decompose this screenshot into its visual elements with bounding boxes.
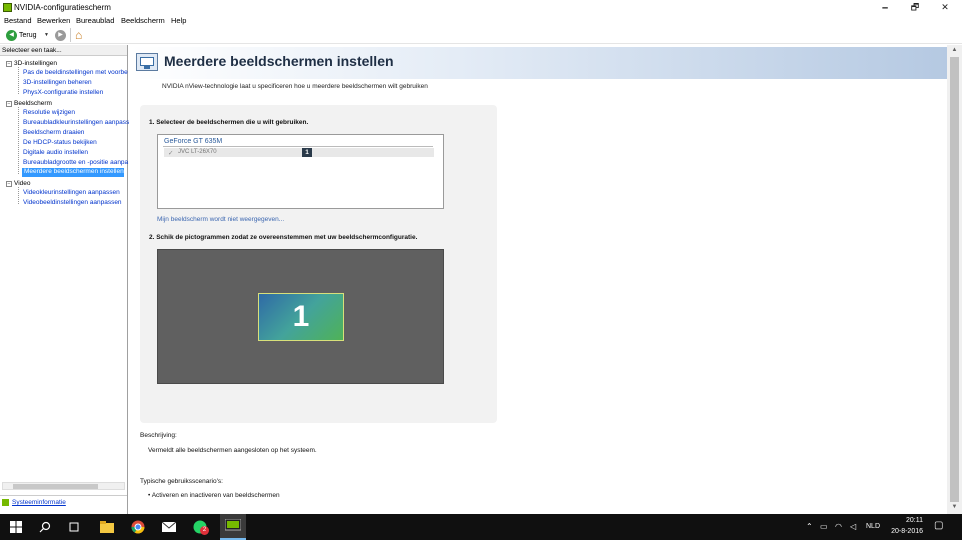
start-windows-icon[interactable] [6, 518, 26, 536]
file-explorer-icon[interactable] [97, 518, 117, 536]
menu-bewerken[interactable]: Bewerken [37, 16, 70, 25]
sidebar-item-meerdere-beeldschermen[interactable]: Meerdere beeldschermen instellen [22, 168, 124, 177]
forward-button[interactable]: ▶ [55, 30, 66, 41]
show-hidden-icons[interactable]: ⌃ [806, 522, 813, 531]
task-view-icon[interactable] [64, 518, 84, 536]
windows-taskbar: 2 ⌃ ▭ ◠ ◁ NLD 20:11 20-8-2016 ▢ [0, 514, 962, 540]
description-text: Vermeldt alle beeldschermen aangesloten … [148, 447, 317, 454]
menu-bureaublad[interactable]: Bureaublad [76, 16, 114, 25]
notification-badge: 2 [200, 526, 209, 535]
back-arrow-icon: ◀ [6, 30, 17, 41]
expand-beeldscherm-toggle[interactable]: − [6, 101, 12, 107]
description-label: Beschrijving: [140, 432, 177, 439]
category-3d[interactable]: 3D-instellingen [14, 60, 57, 67]
main-panel: Meerdere beeldschermen instellen NVIDIA … [130, 45, 947, 514]
sidebar-item-grootte-positie[interactable]: Bureaubladgrootte en -positie aanpa [23, 159, 128, 166]
expand-3d-toggle[interactable]: − [6, 61, 12, 67]
display-arrangement-area: 1 [157, 249, 444, 384]
sidebar-item-videokleur[interactable]: Videokleurinstellingen aanpassen [23, 189, 120, 196]
system-info-label: Systeeminformatie [12, 499, 66, 506]
page-header: Meerdere beeldschermen instellen [130, 47, 947, 79]
display-row[interactable]: ✓ JVC LT-26X70 1 [164, 148, 434, 157]
nvidia-app-icon [3, 3, 12, 12]
sidebar-item-3d-instellingen[interactable]: 3D-instellingen beheren [23, 79, 92, 86]
page-title: Meerdere beeldschermen instellen [164, 53, 394, 69]
task-header: Selecteer een taak... [0, 45, 127, 56]
network-icon[interactable]: ◠ [835, 522, 842, 531]
mail-icon[interactable] [159, 518, 179, 536]
scrollbar-thumb[interactable] [950, 57, 959, 502]
tree-line [18, 107, 19, 174]
whatsapp-icon[interactable]: 2 [190, 518, 210, 536]
minimize-button[interactable]: 🗕 [870, 0, 900, 15]
close-button[interactable]: ✕ [930, 0, 960, 15]
sidebar-item-physx[interactable]: PhysX-configuratie instellen [23, 89, 103, 96]
menu-help[interactable]: Help [171, 16, 186, 25]
page-subtitle: NVIDIA nView-technologie laat u specific… [162, 83, 428, 90]
usage-item: • Activeren en inactiveren van beeldsche… [148, 492, 280, 499]
info-icon [2, 499, 9, 506]
display-settings-icon [136, 53, 158, 71]
search-icon[interactable] [35, 518, 55, 536]
clock-time[interactable]: 20:11 [895, 517, 923, 524]
display-number-badge: 1 [302, 148, 312, 157]
title-bar: NVIDIA-configuratiescherm 🗕 🗗 ✕ [0, 0, 962, 15]
volume-icon[interactable]: ◁ [850, 522, 856, 531]
gpu-name: GeForce GT 635M [164, 138, 223, 145]
tree-line [18, 187, 19, 204]
scrollbar-thumb[interactable] [13, 484, 98, 489]
action-center-icon[interactable]: ▢ [934, 520, 943, 531]
back-dropdown-icon[interactable]: ▼ [44, 32, 49, 38]
monitor-1-icon[interactable]: 1 [258, 293, 344, 341]
display-checkbox[interactable]: ✓ [168, 149, 173, 157]
clock-date[interactable]: 20-8-2016 [885, 528, 923, 535]
toolbar: ◀ Terug ▼ ▶ ⌂ [0, 27, 962, 44]
menu-bestand[interactable]: Bestand [4, 16, 32, 25]
menu-bar: Bestand Bewerken Bureaublad Beeldscherm … [0, 15, 962, 27]
divider [0, 495, 127, 496]
chrome-icon[interactable] [128, 518, 148, 536]
display-name: JVC LT-26X70 [178, 149, 217, 155]
system-info-link[interactable]: Systeeminformatie [2, 499, 66, 506]
maximize-button[interactable]: 🗗 [900, 0, 930, 15]
category-video[interactable]: Video [14, 180, 31, 187]
task-sidebar: Selecteer een taak... − 3D-instellingen … [0, 45, 129, 514]
sidebar-item-draaien[interactable]: Beeldscherm draaien [23, 129, 84, 136]
sidebar-item-hdcp[interactable]: De HDCP-status bekijken [23, 139, 97, 146]
back-label: Terug [19, 32, 37, 39]
step-1-heading: 1. Selecteer de beeldschermen die u wilt… [149, 119, 309, 126]
sidebar-item-audio[interactable]: Digitale audio instellen [23, 149, 88, 156]
scroll-up-icon[interactable]: ▲ [947, 47, 962, 53]
battery-icon[interactable]: ▭ [820, 522, 828, 531]
step-2-heading: 2. Schik de pictogrammen zodat ze overee… [149, 234, 418, 241]
usage-label: Typische gebruiksscenario's: [140, 478, 223, 485]
sidebar-item-kleurinstellingen[interactable]: Bureaubladkleurinstellingen aanpass [23, 119, 129, 126]
main-vertical-scrollbar[interactable]: ▲ ▼ [947, 45, 962, 514]
nvidia-taskbar-button[interactable] [220, 514, 246, 540]
home-button[interactable]: ⌂ [75, 28, 82, 42]
scroll-down-icon[interactable]: ▼ [947, 504, 962, 510]
toolbar-divider [70, 28, 71, 42]
display-selection-list: GeForce GT 635M ✓ JVC LT-26X70 1 [157, 134, 444, 209]
tree-line [18, 67, 19, 94]
window-title: NVIDIA-configuratiescherm [14, 3, 111, 12]
sidebar-horizontal-scrollbar[interactable] [2, 482, 125, 490]
menu-beeldscherm[interactable]: Beeldscherm [121, 16, 165, 25]
expand-video-toggle[interactable]: − [6, 181, 12, 187]
sidebar-item-videobeeld[interactable]: Videobeeldinstellingen aanpassen [23, 199, 122, 206]
gpu-divider [163, 146, 433, 147]
sidebar-item-beeldinstellingen[interactable]: Pas de beeldinstellingen met voorbe [23, 69, 128, 76]
missing-display-link[interactable]: Mijn beeldscherm wordt niet weergegeven.… [157, 216, 284, 223]
category-beeldscherm[interactable]: Beeldscherm [14, 100, 52, 107]
language-indicator[interactable]: NLD [866, 523, 880, 530]
sidebar-item-resolutie[interactable]: Resolutie wijzigen [23, 109, 75, 116]
